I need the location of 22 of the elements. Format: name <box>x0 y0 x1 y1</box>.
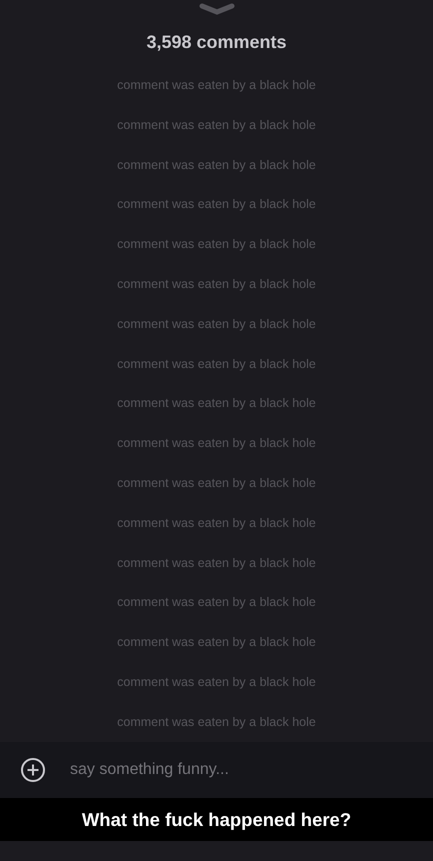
deleted-comment-text: comment was eaten by a black hole <box>116 435 317 452</box>
deleted-comment-text: comment was eaten by a black hole <box>116 316 317 333</box>
deleted-comment-text: comment was eaten by a black hole <box>116 77 317 94</box>
deleted-comment-text: comment was eaten by a black hole <box>116 156 317 174</box>
deleted-comment-text: comment was eaten by a black hole <box>116 116 317 134</box>
deleted-comment-text: comment was eaten by a black hole <box>116 395 317 412</box>
deleted-comment-text: comment was eaten by a black hole <box>116 276 317 293</box>
comment-input-field[interactable]: say something funny... <box>68 760 413 780</box>
deleted-comment-text: comment was eaten by a black hole <box>116 554 317 572</box>
comments-count-title: 3,598 comments <box>145 31 288 54</box>
deleted-comment-text: comment was eaten by a black hole <box>116 634 317 652</box>
comment-composer-bar[interactable]: say something funny... <box>0 742 433 798</box>
caption-text: What the fuck happened here? <box>0 798 433 841</box>
deleted-comment-text: comment was eaten by a black hole <box>116 594 317 612</box>
deleted-comment-text: comment was eaten by a black hole <box>116 674 317 691</box>
deleted-comment-text: comment was eaten by a black hole <box>116 196 317 214</box>
deleted-comment-text: comment was eaten by a black hole <box>116 356 317 373</box>
deleted-comment-text: comment was eaten by a black hole <box>116 474 317 492</box>
deleted-comment-text: comment was eaten by a black hole <box>116 236 317 254</box>
deleted-comment-text: comment was eaten by a black hole <box>116 514 317 532</box>
add-icon[interactable] <box>20 757 46 783</box>
deleted-comment-text: comment was eaten by a black hole <box>116 714 317 731</box>
